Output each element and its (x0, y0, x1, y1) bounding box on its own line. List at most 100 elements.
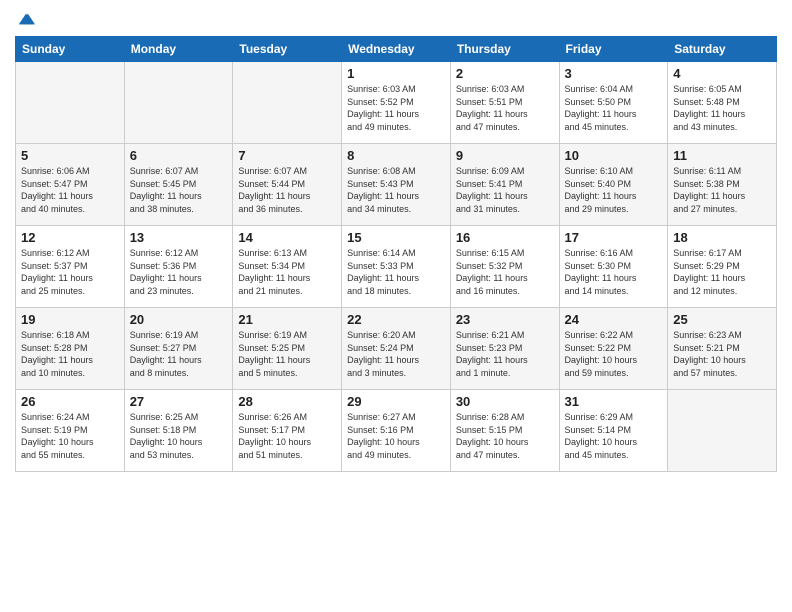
calendar-day-cell: 8 Sunrise: 6:08 AM Sunset: 5:43 PM Daylig… (342, 144, 451, 226)
day-info: Sunrise: 6:09 AM Sunset: 5:41 PM Dayligh… (456, 165, 554, 215)
day-info: Sunrise: 6:16 AM Sunset: 5:30 PM Dayligh… (565, 247, 663, 297)
calendar-day-cell: 19 Sunrise: 6:18 AM Sunset: 5:28 PM Dayli… (16, 308, 125, 390)
day-info: Sunrise: 6:07 AM Sunset: 5:44 PM Dayligh… (238, 165, 336, 215)
calendar-day-cell: 31Sunrise: 6:29 AM Sunset: 5:14 PM Dayli… (559, 390, 668, 472)
day-info: Sunrise: 6:24 AM Sunset: 5:19 PM Dayligh… (21, 411, 119, 461)
day-number: 8 (347, 148, 445, 163)
weekday-header-friday: Friday (559, 37, 668, 62)
day-number: 24 (565, 312, 663, 327)
day-number: 25 (673, 312, 771, 327)
weekday-header-monday: Monday (124, 37, 233, 62)
day-info: Sunrise: 6:07 AM Sunset: 5:45 PM Dayligh… (130, 165, 228, 215)
calendar-day-cell: 28 Sunrise: 6:26 AM Sunset: 5:17 PM Dayli… (233, 390, 342, 472)
logo (15, 10, 35, 28)
calendar-week-row: 19 Sunrise: 6:18 AM Sunset: 5:28 PM Dayli… (16, 308, 777, 390)
calendar-day-cell: 30Sunrise: 6:28 AM Sunset: 5:15 PM Dayli… (450, 390, 559, 472)
calendar-day-cell: 22 Sunrise: 6:20 AM Sunset: 5:24 PM Dayli… (342, 308, 451, 390)
calendar-day-cell: 21 Sunrise: 6:19 AM Sunset: 5:25 PM Dayli… (233, 308, 342, 390)
weekday-header-thursday: Thursday (450, 37, 559, 62)
day-number: 14 (238, 230, 336, 245)
day-info: Sunrise: 6:26 AM Sunset: 5:17 PM Dayligh… (238, 411, 336, 461)
calendar-day-cell: 18 Sunrise: 6:17 AM Sunset: 5:29 PM Dayli… (668, 226, 777, 308)
day-info: Sunrise: 6:18 AM Sunset: 5:28 PM Dayligh… (21, 329, 119, 379)
page-container: SundayMondayTuesdayWednesdayThursdayFrid… (0, 0, 792, 482)
day-info: Sunrise: 6:12 AM Sunset: 5:36 PM Dayligh… (130, 247, 228, 297)
day-info: Sunrise: 6:05 AM Sunset: 5:48 PM Dayligh… (673, 83, 771, 133)
day-info: Sunrise: 6:20 AM Sunset: 5:24 PM Dayligh… (347, 329, 445, 379)
calendar-day-cell: 6 Sunrise: 6:07 AM Sunset: 5:45 PM Daylig… (124, 144, 233, 226)
calendar-day-cell (233, 62, 342, 144)
day-number: 1 (347, 66, 445, 81)
calendar-day-cell: 7Sunrise: 6:07 AM Sunset: 5:44 PM Daylig… (233, 144, 342, 226)
day-number: 29 (347, 394, 445, 409)
weekday-header-saturday: Saturday (668, 37, 777, 62)
calendar-day-cell: 9 Sunrise: 6:09 AM Sunset: 5:41 PM Daylig… (450, 144, 559, 226)
day-number: 16 (456, 230, 554, 245)
day-number: 28 (238, 394, 336, 409)
day-info: Sunrise: 6:19 AM Sunset: 5:27 PM Dayligh… (130, 329, 228, 379)
day-number: 9 (456, 148, 554, 163)
calendar-day-cell: 29 Sunrise: 6:27 AM Sunset: 5:16 PM Dayli… (342, 390, 451, 472)
day-number: 6 (130, 148, 228, 163)
day-info: Sunrise: 6:03 AM Sunset: 5:51 PM Dayligh… (456, 83, 554, 133)
calendar-day-cell: 11 Sunrise: 6:11 AM Sunset: 5:38 PM Dayli… (668, 144, 777, 226)
day-info: Sunrise: 6:22 AM Sunset: 5:22 PM Dayligh… (565, 329, 663, 379)
day-info: Sunrise: 6:21 AM Sunset: 5:23 PM Dayligh… (456, 329, 554, 379)
day-info: Sunrise: 6:11 AM Sunset: 5:38 PM Dayligh… (673, 165, 771, 215)
day-info: Sunrise: 6:25 AM Sunset: 5:18 PM Dayligh… (130, 411, 228, 461)
weekday-header-sunday: Sunday (16, 37, 125, 62)
day-number: 19 (21, 312, 119, 327)
day-number: 18 (673, 230, 771, 245)
calendar-day-cell: 24 Sunrise: 6:22 AM Sunset: 5:22 PM Dayli… (559, 308, 668, 390)
weekday-header-wednesday: Wednesday (342, 37, 451, 62)
day-number: 12 (21, 230, 119, 245)
calendar-day-cell: 20 Sunrise: 6:19 AM Sunset: 5:27 PM Dayli… (124, 308, 233, 390)
calendar-week-row: 5Sunrise: 6:06 AM Sunset: 5:47 PM Daylig… (16, 144, 777, 226)
calendar-day-cell (16, 62, 125, 144)
day-info: Sunrise: 6:23 AM Sunset: 5:21 PM Dayligh… (673, 329, 771, 379)
day-number: 2 (456, 66, 554, 81)
calendar-day-cell: 12 Sunrise: 6:12 AM Sunset: 5:37 PM Dayli… (16, 226, 125, 308)
day-number: 13 (130, 230, 228, 245)
day-number: 5 (21, 148, 119, 163)
calendar-day-cell (124, 62, 233, 144)
day-number: 27 (130, 394, 228, 409)
calendar-day-cell: 1 Sunrise: 6:03 AM Sunset: 5:52 PM Daylig… (342, 62, 451, 144)
calendar-table: SundayMondayTuesdayWednesdayThursdayFrid… (15, 36, 777, 472)
day-number: 11 (673, 148, 771, 163)
calendar-day-cell: 3Sunrise: 6:04 AM Sunset: 5:50 PM Daylig… (559, 62, 668, 144)
calendar-day-cell: 16Sunrise: 6:15 AM Sunset: 5:32 PM Dayli… (450, 226, 559, 308)
calendar-day-cell: 23 Sunrise: 6:21 AM Sunset: 5:23 PM Dayli… (450, 308, 559, 390)
calendar-day-cell: 27 Sunrise: 6:25 AM Sunset: 5:18 PM Dayli… (124, 390, 233, 472)
calendar-week-row: 1 Sunrise: 6:03 AM Sunset: 5:52 PM Daylig… (16, 62, 777, 144)
calendar-week-row: 12 Sunrise: 6:12 AM Sunset: 5:37 PM Dayli… (16, 226, 777, 308)
day-number: 10 (565, 148, 663, 163)
day-info: Sunrise: 6:03 AM Sunset: 5:52 PM Dayligh… (347, 83, 445, 133)
day-number: 23 (456, 312, 554, 327)
day-number: 15 (347, 230, 445, 245)
day-info: Sunrise: 6:13 AM Sunset: 5:34 PM Dayligh… (238, 247, 336, 297)
day-info: Sunrise: 6:19 AM Sunset: 5:25 PM Dayligh… (238, 329, 336, 379)
day-info: Sunrise: 6:17 AM Sunset: 5:29 PM Dayligh… (673, 247, 771, 297)
day-number: 20 (130, 312, 228, 327)
calendar-week-row: 26 Sunrise: 6:24 AM Sunset: 5:19 PM Dayli… (16, 390, 777, 472)
day-info: Sunrise: 6:10 AM Sunset: 5:40 PM Dayligh… (565, 165, 663, 215)
calendar-day-cell: 5Sunrise: 6:06 AM Sunset: 5:47 PM Daylig… (16, 144, 125, 226)
calendar-day-cell: 26 Sunrise: 6:24 AM Sunset: 5:19 PM Dayli… (16, 390, 125, 472)
day-info: Sunrise: 6:08 AM Sunset: 5:43 PM Dayligh… (347, 165, 445, 215)
calendar-day-cell: 13 Sunrise: 6:12 AM Sunset: 5:36 PM Dayli… (124, 226, 233, 308)
calendar-day-cell: 2 Sunrise: 6:03 AM Sunset: 5:51 PM Daylig… (450, 62, 559, 144)
logo-icon (17, 10, 35, 28)
day-info: Sunrise: 6:28 AM Sunset: 5:15 PM Dayligh… (456, 411, 554, 461)
day-number: 22 (347, 312, 445, 327)
day-info: Sunrise: 6:12 AM Sunset: 5:37 PM Dayligh… (21, 247, 119, 297)
day-info: Sunrise: 6:27 AM Sunset: 5:16 PM Dayligh… (347, 411, 445, 461)
header (15, 10, 777, 28)
day-number: 26 (21, 394, 119, 409)
day-number: 17 (565, 230, 663, 245)
calendar-day-cell: 14 Sunrise: 6:13 AM Sunset: 5:34 PM Dayli… (233, 226, 342, 308)
calendar-day-cell: 17 Sunrise: 6:16 AM Sunset: 5:30 PM Dayli… (559, 226, 668, 308)
calendar-day-cell: 10 Sunrise: 6:10 AM Sunset: 5:40 PM Dayli… (559, 144, 668, 226)
day-number: 21 (238, 312, 336, 327)
day-info: Sunrise: 6:29 AM Sunset: 5:14 PM Dayligh… (565, 411, 663, 461)
